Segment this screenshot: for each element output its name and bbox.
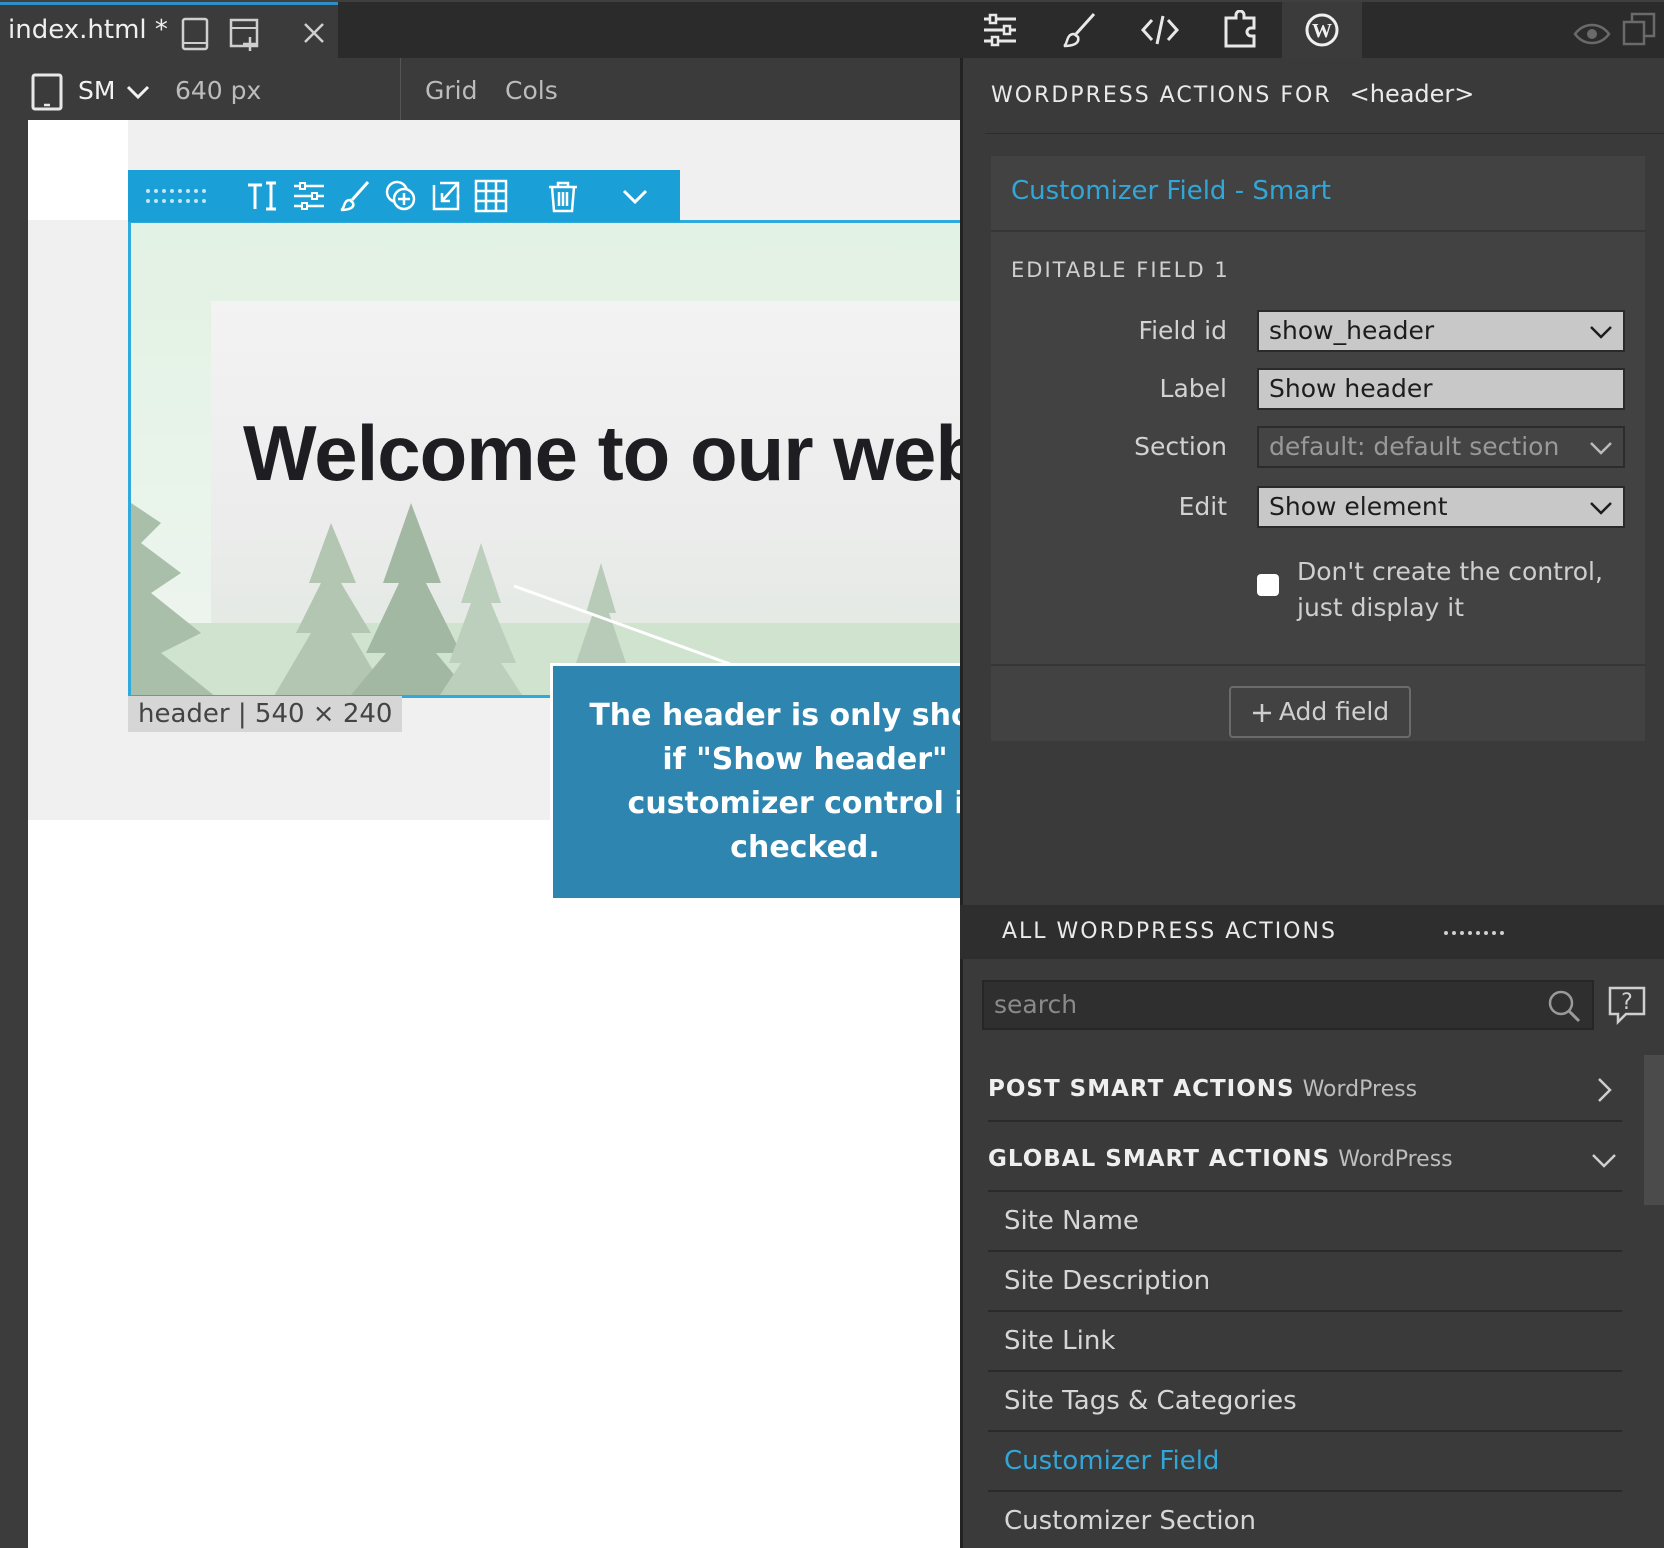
- panel-title-text: WORDPRESS ACTIONS FOR: [991, 83, 1332, 108]
- group-post-smart-actions[interactable]: POST SMART ACTIONS WordPress: [988, 1058, 1622, 1122]
- trash-icon[interactable]: [546, 179, 580, 213]
- new-window-icon[interactable]: [228, 17, 264, 53]
- field-id-label: Field id: [1138, 316, 1227, 345]
- divider: [400, 58, 401, 120]
- edit-label: Edit: [1178, 492, 1227, 521]
- text-icon[interactable]: [246, 179, 280, 213]
- all-actions-title: ALL WORDPRESS ACTIONS: [1002, 919, 1337, 944]
- copy-icon[interactable]: [1620, 10, 1660, 50]
- brush-icon[interactable]: [338, 179, 372, 213]
- group-title-text: POST SMART ACTIONS: [988, 1076, 1295, 1102]
- settings-icon[interactable]: [292, 179, 326, 213]
- device-icon[interactable]: [30, 72, 64, 112]
- breakpoint-label[interactable]: SM: [78, 76, 115, 105]
- chevron-right-icon: [1598, 1078, 1612, 1102]
- width-value: 640 px: [175, 76, 262, 105]
- chevron-down-icon[interactable]: [618, 179, 652, 213]
- list-item[interactable]: Site Tags & Categories: [988, 1372, 1622, 1432]
- drag-handle-icon[interactable]: [144, 179, 214, 213]
- list-item[interactable]: Site Link: [988, 1312, 1622, 1372]
- properties-icon[interactable]: [980, 10, 1020, 50]
- file-tab[interactable]: index.html *: [0, 2, 338, 58]
- all-actions-header: ALL WORDPRESS ACTIONS: [960, 905, 1664, 959]
- chevron-down-icon: [1590, 326, 1612, 339]
- group-subtitle: WordPress: [1302, 1077, 1418, 1102]
- add-field-label: Add field: [1278, 697, 1390, 726]
- grid-icon[interactable]: [474, 179, 508, 213]
- element-name: header: [138, 699, 230, 729]
- plugin-icon[interactable]: [1220, 10, 1260, 50]
- search-input[interactable]: search: [982, 980, 1594, 1030]
- eye-icon[interactable]: [1572, 14, 1612, 54]
- plus-icon: [1252, 704, 1271, 722]
- section-value: default: default section: [1269, 432, 1560, 461]
- list-item[interactable]: Site Description: [988, 1252, 1622, 1312]
- header-title: Welcome to our webs: [243, 409, 960, 497]
- group-subtitle: WordPress: [1338, 1147, 1453, 1172]
- wordpress-tab[interactable]: W: [1282, 2, 1362, 58]
- chevron-down-icon: [1590, 442, 1612, 455]
- chevron-down-icon[interactable]: [126, 84, 150, 100]
- add-element-icon[interactable]: [384, 179, 418, 213]
- group-global-smart-actions[interactable]: GLOBAL SMART ACTIONS WordPress: [988, 1128, 1622, 1192]
- action-card: Customizer Field - Smart EDITABLE FIELD …: [991, 156, 1645, 741]
- label-input[interactable]: Show header: [1257, 368, 1625, 410]
- tablet-icon[interactable]: [180, 17, 210, 51]
- grid-toggle[interactable]: Grid: [425, 76, 477, 105]
- divider: [985, 133, 1664, 134]
- add-field-button[interactable]: Add field: [1229, 686, 1411, 738]
- section-select[interactable]: default: default section: [1257, 426, 1625, 468]
- search-icon[interactable]: [1546, 988, 1582, 1024]
- card-subtitle: EDITABLE FIELD 1: [1011, 258, 1230, 282]
- list-item[interactable]: Customizer Section: [988, 1492, 1622, 1548]
- scrollbar[interactable]: [1644, 1055, 1664, 1205]
- brush-icon[interactable]: [1060, 10, 1100, 50]
- edit-select[interactable]: Show element: [1257, 486, 1625, 528]
- label-label: Label: [1159, 374, 1227, 403]
- cols-toggle[interactable]: Cols: [505, 76, 558, 105]
- display-only-checkbox[interactable]: [1257, 574, 1279, 596]
- element-size-badge: header | 540 × 240: [128, 696, 403, 732]
- group-title: GLOBAL SMART ACTIONS WordPress: [988, 1146, 1453, 1172]
- list-item[interactable]: Customizer Field: [988, 1432, 1622, 1492]
- divider: [991, 664, 1645, 666]
- panel-title: WORDPRESS ACTIONS FOR <header>: [991, 80, 1474, 108]
- list-item[interactable]: Site Name: [988, 1192, 1622, 1252]
- app-window: index.html * W SM 640 px Grid Cols Welco…: [0, 0, 1664, 1548]
- element-size: 540 × 240: [254, 699, 393, 729]
- svg-text:?: ?: [1621, 990, 1633, 1015]
- divider: [991, 230, 1645, 232]
- code-icon[interactable]: [1140, 10, 1180, 50]
- panel-title-tag: <header>: [1349, 80, 1475, 108]
- device-bar: SM 640 px Grid Cols: [0, 58, 960, 120]
- header-element[interactable]: Welcome to our webs: [128, 220, 960, 698]
- edit-value: Show element: [1269, 492, 1448, 521]
- field-id-value: show_header: [1269, 316, 1435, 345]
- card-title[interactable]: Customizer Field - Smart: [1011, 176, 1331, 206]
- group-title-text: GLOBAL SMART ACTIONS: [988, 1146, 1331, 1172]
- display-only-label: Don't create the control, just display i…: [1297, 557, 1603, 622]
- file-tab-title: index.html *: [8, 15, 168, 45]
- search-placeholder: search: [994, 990, 1078, 1019]
- top-bar: index.html * W: [0, 0, 1664, 58]
- group-title: POST SMART ACTIONS WordPress: [988, 1076, 1417, 1102]
- help-icon[interactable]: ?: [1606, 984, 1648, 1026]
- close-icon[interactable]: [302, 21, 326, 45]
- svg-text:W: W: [1312, 20, 1332, 42]
- field-id-select[interactable]: show_header: [1257, 310, 1625, 352]
- section-label: Section: [1134, 432, 1227, 461]
- insert-icon[interactable]: [430, 179, 464, 213]
- drag-handle-icon[interactable]: [1442, 929, 1512, 937]
- badge-separator: |: [237, 699, 255, 729]
- label-value: Show header: [1269, 374, 1433, 403]
- element-toolbar: [128, 170, 680, 222]
- wordpress-icon: W: [1305, 13, 1339, 47]
- chevron-down-icon: [1592, 1154, 1616, 1168]
- chevron-down-icon: [1590, 502, 1612, 515]
